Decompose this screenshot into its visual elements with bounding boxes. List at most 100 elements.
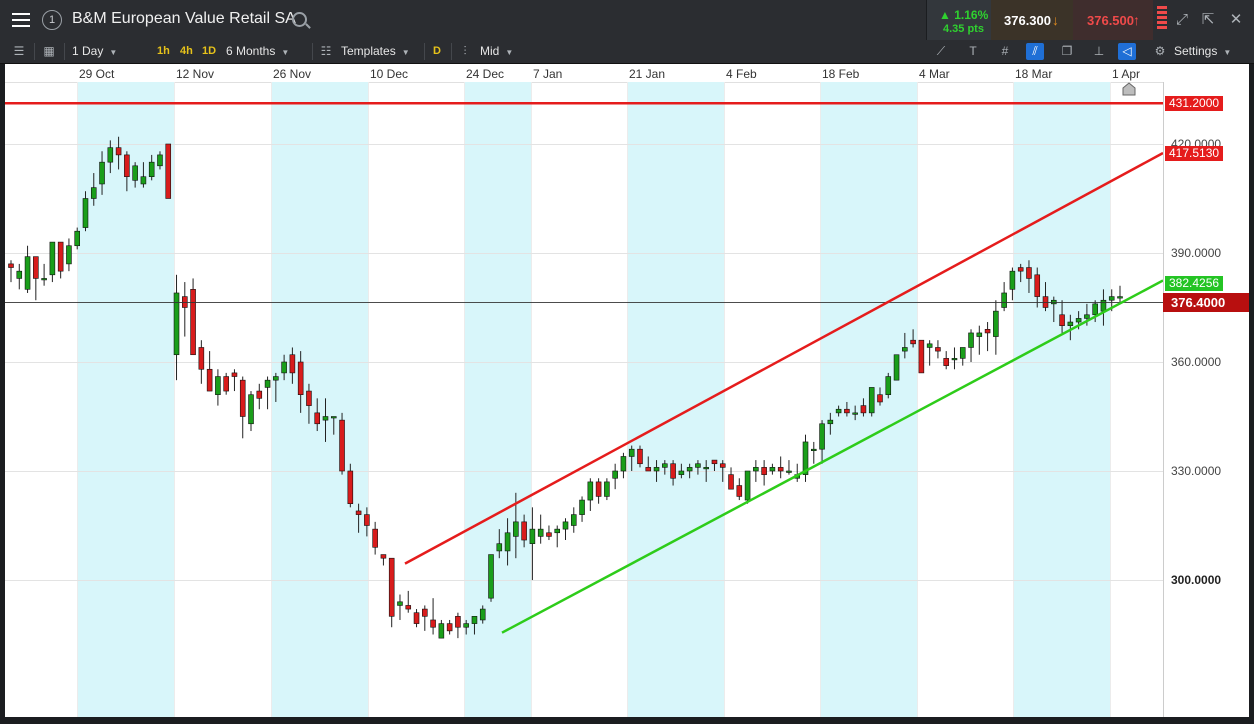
candle-body — [562, 521, 569, 530]
candle-body — [157, 154, 163, 167]
list-icon[interactable]: ☰ — [10, 43, 28, 60]
window-title-bar: 1 B&M European Value Retail SA ▲ 1.16% 4… — [0, 0, 1254, 41]
candle-body — [554, 528, 561, 534]
divider — [312, 43, 313, 60]
candle-body — [281, 361, 287, 374]
range-dropdown[interactable]: 6 Months — [226, 40, 289, 63]
candle-body — [910, 339, 916, 345]
candle-body — [479, 608, 486, 621]
settings-gear-icon[interactable]: ⚙ — [1151, 43, 1169, 60]
candle-body — [728, 474, 734, 490]
candle-body — [330, 416, 337, 419]
quick-interval-4h[interactable]: 4h — [180, 40, 193, 63]
candle-body — [1092, 303, 1098, 316]
candle-body — [587, 481, 594, 501]
indicator-icon[interactable]: ⊥ — [1090, 43, 1108, 60]
price-level-tag: 417.5130 — [1165, 145, 1224, 161]
candle-body — [397, 601, 403, 606]
candlestick-type-icon[interactable]: ⫶ — [456, 43, 474, 60]
chart-toolbar: ☰ ▦ 1 Day 1h 4h 1D 6 Months ☷ Templates … — [0, 40, 1254, 64]
candle-body — [148, 161, 155, 177]
candle-body — [935, 347, 941, 352]
candle-body — [322, 416, 329, 421]
candle-body — [1009, 270, 1016, 290]
candle-body — [711, 459, 718, 465]
sell-price-button[interactable]: 376.300 ↓ — [991, 0, 1073, 40]
candle-body — [570, 514, 577, 526]
candle-body — [868, 387, 875, 414]
y-tick-label: 330.0000 — [1171, 464, 1222, 478]
candle-body — [719, 463, 726, 468]
candle-body — [1084, 314, 1090, 319]
trading-chart-window: 1 B&M European Value Retail SA ▲ 1.16% 4… — [0, 0, 1254, 724]
candle-body — [736, 485, 743, 497]
down-arrow-icon: ↓ — [1052, 12, 1059, 28]
expand-icon[interactable]: ⤢ — [1172, 10, 1192, 30]
candle-body — [686, 467, 693, 472]
buy-price-button[interactable]: 376.500 ↑ — [1073, 0, 1153, 40]
hamburger-menu-icon[interactable] — [6, 6, 36, 34]
candle-body — [604, 481, 610, 497]
candle-body — [314, 412, 320, 425]
candle-body — [496, 543, 503, 552]
candle-body — [1017, 267, 1024, 272]
settings-dropdown[interactable]: Settings — [1174, 40, 1231, 63]
candle-body — [637, 448, 643, 465]
candle-body — [993, 310, 999, 337]
drawing-tools-icon[interactable]: ⫽ — [1026, 43, 1044, 60]
candle-body — [1117, 296, 1123, 299]
candle-body — [1100, 299, 1107, 312]
candle-body — [372, 528, 378, 548]
candle-body — [289, 354, 296, 374]
candle-body — [1059, 314, 1065, 326]
candle-body — [223, 376, 229, 392]
candle-body — [339, 419, 345, 472]
d-badge[interactable]: D — [433, 40, 441, 63]
current-price-tag: 376.4000 — [1163, 293, 1249, 313]
candle-body — [918, 339, 925, 374]
candle-body — [628, 448, 635, 457]
price-level-tag: 382.4256 — [1165, 275, 1224, 291]
price-type-dropdown[interactable]: Mid — [480, 40, 513, 63]
duplicate-icon[interactable]: ❐ — [1058, 43, 1076, 60]
candle-body — [976, 332, 983, 337]
chart-area[interactable]: 29 Oct 12 Nov 26 Nov 10 Dec 24 Dec 7 Jan 21 Ja… — [5, 64, 1249, 717]
candle-body — [744, 470, 751, 501]
candle-body — [115, 147, 122, 156]
candle-body — [835, 408, 842, 414]
layout-grid-icon[interactable]: ▦ — [40, 43, 58, 60]
close-icon[interactable]: ✕ — [1226, 10, 1246, 30]
candle-body — [877, 394, 883, 403]
candle-body — [132, 165, 138, 181]
candle-body — [819, 423, 825, 450]
candle-body — [471, 616, 478, 624]
tag-icon[interactable]: ◁ — [1118, 43, 1136, 60]
candle-body — [678, 470, 685, 475]
trendline-icon[interactable]: ⟋ — [932, 43, 950, 60]
market-depth-icon[interactable] — [1157, 6, 1167, 34]
buy-price: 376.500 — [1087, 13, 1134, 28]
search-icon[interactable] — [292, 12, 307, 27]
panel-number-badge[interactable]: 1 — [42, 10, 62, 30]
candle-body — [57, 241, 64, 272]
candle-body — [364, 514, 370, 526]
candle-body — [595, 481, 602, 497]
quick-interval-1d[interactable]: 1D — [202, 40, 216, 63]
crosshair-grid-icon[interactable]: # — [996, 43, 1014, 60]
templates-dropdown[interactable]: Templates — [341, 40, 410, 63]
candle-body — [264, 379, 271, 388]
candle-body — [786, 470, 792, 473]
quick-interval-1h[interactable]: 1h — [157, 40, 170, 63]
candle-body — [8, 263, 14, 268]
divider — [34, 43, 35, 60]
candle-body — [951, 358, 958, 361]
candle-body — [670, 463, 676, 479]
popout-icon[interactable]: ⇱ — [1198, 10, 1218, 30]
candle-body — [537, 528, 544, 537]
event-marker-icon[interactable] — [1122, 82, 1136, 96]
candle-body — [852, 412, 858, 415]
price-change-box: ▲ 1.16% 4.35 pts — [926, 0, 991, 40]
interval-dropdown[interactable]: 1 Day — [72, 40, 117, 63]
y-tick-label: 300.0000 — [1171, 573, 1222, 587]
text-tool-icon[interactable]: T — [964, 43, 982, 60]
